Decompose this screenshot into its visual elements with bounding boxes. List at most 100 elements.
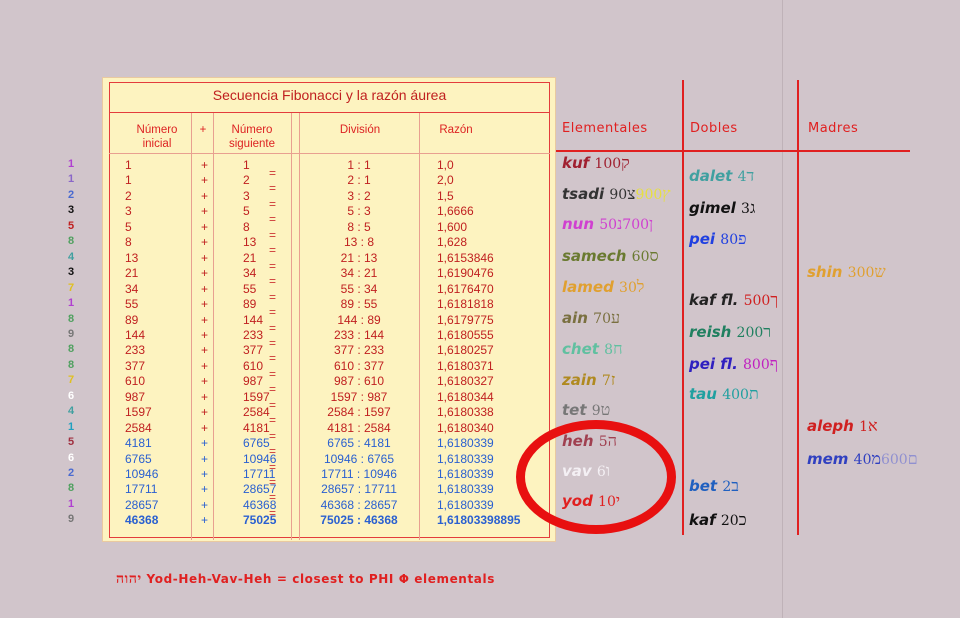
letter-value: 80 <box>720 232 739 248</box>
cell-equals: = <box>269 505 277 520</box>
cell-equals: = <box>269 366 277 381</box>
cell-equals: = <box>269 227 277 242</box>
letter-name: chet <box>562 340 605 358</box>
cell-plus: + <box>201 482 209 497</box>
cell-numero-inicial: 377 <box>125 358 146 373</box>
cell-razon: 1,6181818 <box>437 297 494 312</box>
letter-final-form: ן <box>649 214 654 233</box>
cell-numero-inicial: 89 <box>125 312 139 327</box>
letter-name: tsadi <box>562 185 610 203</box>
letter-value: 30 <box>619 280 637 296</box>
cell-numero-inicial: 144 <box>125 327 146 342</box>
letter-value: 90 <box>609 187 628 203</box>
letter-name: pei <box>689 230 721 248</box>
cell-division: 1 : 1 <box>347 158 371 172</box>
cell-plus: + <box>201 405 209 420</box>
header-razon: Razón <box>439 124 473 136</box>
cell-plus: + <box>201 173 209 188</box>
cell-division: 144 : 89 <box>337 312 381 327</box>
cell-razon: 1,6180344 <box>437 389 494 404</box>
cell-razon: 2,0 <box>437 173 454 188</box>
cell-division: 610 : 377 <box>333 358 385 373</box>
header-rule <box>109 153 550 154</box>
cell-plus: + <box>201 389 209 404</box>
header-division: División <box>339 124 381 136</box>
letter-name: mem <box>807 450 854 468</box>
cell-division: 2584 : 1597 <box>327 405 391 420</box>
letter-name: kaf <box>689 511 721 529</box>
letter-glyph: ג <box>749 198 756 217</box>
letter-name: reish <box>689 323 737 341</box>
cell-numero-inicial: 55 <box>125 297 139 312</box>
letter-value: 2 <box>722 479 732 495</box>
letter-entry: dalet ד4 <box>689 166 754 186</box>
cell-razon: 1,6180339 <box>437 451 494 466</box>
cell-plus: + <box>201 219 209 234</box>
letter-value: 500 <box>743 293 771 309</box>
digit-root: 4 <box>67 250 75 263</box>
cell-razon: 1,6180371 <box>437 358 494 373</box>
cell-numero-siguiente: 21 <box>243 250 257 265</box>
letter-value: 9 <box>591 403 601 419</box>
cell-numero-siguiente: 1597 <box>243 389 270 404</box>
letter-final-value: 700 <box>622 217 650 233</box>
title-rule <box>109 112 550 113</box>
header-dobles: Dobles <box>690 121 738 136</box>
digit-root: 3 <box>67 204 75 217</box>
letter-glyph: ע <box>611 308 621 327</box>
letter-glyph: ה <box>607 431 617 450</box>
cell-razon: 1,6666 <box>437 204 474 219</box>
letter-entry: bet ב2 <box>689 476 739 496</box>
letter-name: tet <box>562 401 592 419</box>
table-title: Secuencia Fibonacci y la razón áurea <box>212 87 447 103</box>
cell-plus: + <box>201 158 209 172</box>
cell-division: 2 : 1 <box>347 173 371 188</box>
cell-division: 21 : 13 <box>340 250 378 265</box>
digit-root: 7 <box>67 374 75 387</box>
cell-numero-siguiente: 2 <box>243 173 250 188</box>
cell-numero-siguiente: 233 <box>243 327 264 342</box>
cell-numero-inicial: 610 <box>125 374 146 389</box>
cell-equals: = <box>269 382 277 397</box>
digit-root: 6 <box>67 451 75 464</box>
column-divider-dobles <box>682 80 684 535</box>
letter-name: gimel <box>689 199 742 217</box>
letter-value: 7 <box>601 373 611 389</box>
digit-root: 2 <box>67 188 75 201</box>
letter-entry: kaf כ20 <box>689 510 747 530</box>
letter-entry: yod י10 <box>562 491 620 511</box>
letter-entry: samech ס60 <box>562 246 659 266</box>
cell-equals: = <box>269 166 277 180</box>
letter-glyph: ל <box>636 277 645 296</box>
digit-root: 1 <box>67 497 75 510</box>
header-numero-inicial: Número inicial <box>136 124 178 150</box>
cell-division: 55 : 34 <box>340 281 378 296</box>
cell-numero-inicial: 233 <box>125 343 146 358</box>
letter-name: tau <box>689 385 723 403</box>
cell-division: 377 : 233 <box>333 343 385 358</box>
letter-entry: zain ז7 <box>562 370 615 390</box>
cell-plus: + <box>201 343 209 358</box>
letter-value: 400 <box>722 387 749 403</box>
cell-numero-inicial: 2 <box>125 188 132 203</box>
letter-value: 20 <box>720 513 739 529</box>
letter-entry: nun ן700נ50 <box>562 214 653 234</box>
cell-plus: + <box>201 266 209 281</box>
letter-glyph: ש <box>874 262 886 281</box>
cell-razon: 1,6180340 <box>437 420 494 435</box>
sep-1 <box>191 113 192 540</box>
cell-numero-inicial: 8 <box>125 235 132 250</box>
cell-division: 1597 : 987 <box>330 389 388 404</box>
cell-razon: 1,6179775 <box>437 312 494 327</box>
cell-numero-inicial: 5 <box>125 219 132 234</box>
cell-plus: + <box>201 297 209 312</box>
cell-plus: + <box>201 513 209 528</box>
letter-entry: reish ר200 <box>689 322 771 342</box>
letter-value: 200 <box>736 325 764 341</box>
cell-plus: + <box>201 497 209 512</box>
cell-plus: + <box>201 374 209 389</box>
cell-equals: = <box>269 335 277 350</box>
digit-root: 6 <box>67 389 75 402</box>
cell-division: 17711 : 10946 <box>321 467 397 481</box>
letter-name: kuf <box>562 154 595 172</box>
